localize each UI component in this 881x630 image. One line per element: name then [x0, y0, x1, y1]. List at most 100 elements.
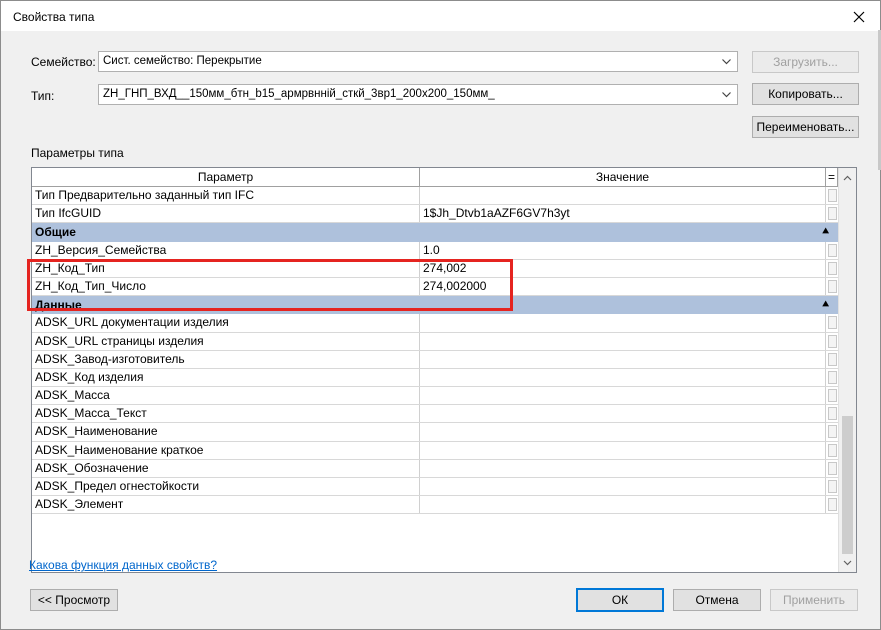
close-button[interactable]	[846, 6, 872, 28]
param-name: ZH_Код_Тип_Число	[32, 277, 420, 296]
type-value: ZH_ГНП_ВХД__150мм_бтн_b15_армрвнній_сткй…	[103, 88, 495, 100]
formula-cell[interactable]	[828, 261, 837, 275]
column-header-parameter[interactable]: Параметр	[32, 168, 420, 187]
param-value[interactable]: 1.0	[420, 241, 826, 259]
param-value[interactable]: 274,002	[420, 259, 826, 277]
table-row[interactable]: ADSK_Обозначение	[32, 459, 838, 478]
type-parameters-grid[interactable]: Параметр Значение = Тип Предварительно з…	[31, 167, 857, 573]
table-row[interactable]: ADSK_Масса_Текст	[32, 405, 838, 424]
param-value[interactable]	[420, 441, 826, 459]
param-name: ADSK_Масса_Текст	[32, 405, 420, 423]
param-name: ADSK_Наименование краткое	[32, 441, 420, 459]
param-value[interactable]	[420, 368, 826, 387]
param-name: ADSK_Масса	[32, 387, 420, 405]
formula-cell[interactable]	[828, 207, 837, 221]
param-name: ADSK_Код изделия	[32, 368, 420, 387]
formula-cell[interactable]	[828, 480, 837, 493]
formula-cell[interactable]	[828, 243, 837, 257]
param-value[interactable]	[420, 350, 826, 368]
cancel-button[interactable]: Отмена	[673, 589, 761, 611]
param-value[interactable]	[420, 423, 826, 441]
title-bar[interactable]: Свойства типа	[1, 1, 880, 31]
preview-button[interactable]: << Просмотр	[30, 589, 118, 611]
table-row[interactable]: ZH_Код_Тип 274,002	[32, 259, 838, 278]
table-row[interactable]: ADSK_URL документации изделия	[32, 314, 838, 333]
param-name: ZH_Код_Тип	[32, 259, 420, 277]
formula-cell[interactable]	[828, 279, 837, 293]
apply-button[interactable]: Применить	[770, 589, 858, 611]
formula-cell[interactable]	[828, 370, 837, 384]
group-header-general[interactable]: Общие ⯅	[32, 223, 838, 242]
copy-button[interactable]: Копировать...	[752, 83, 859, 105]
param-value[interactable]: 274,002000	[420, 277, 826, 296]
table-row[interactable]: ZH_Версия_Семейства 1.0	[32, 241, 838, 260]
param-value[interactable]: 1$Jh_Dtvb1aAZF6GV7h3yt	[420, 205, 826, 223]
table-row[interactable]: ADSK_Элемент	[32, 496, 838, 515]
type-label: Тип:	[31, 89, 55, 103]
rename-button[interactable]: Переименовать...	[752, 116, 859, 138]
param-value[interactable]	[420, 405, 826, 423]
data-group-rows: ADSK_URL документации изделия ADSK_URL ст…	[32, 314, 838, 515]
table-row[interactable]: ADSK_Наименование	[32, 423, 838, 442]
formula-cell[interactable]	[828, 316, 837, 330]
group-label: Общие	[35, 225, 76, 240]
grid-vertical-scrollbar[interactable]	[838, 168, 856, 572]
param-name: ADSK_Завод-изготовитель	[32, 350, 420, 368]
formula-cell[interactable]	[828, 189, 837, 202]
param-name: Тип IfcGUID	[32, 205, 420, 223]
param-value[interactable]	[420, 459, 826, 477]
table-row[interactable]: ADSK_Завод-изготовитель	[32, 350, 838, 369]
table-row[interactable]: ADSK_Наименование краткое	[32, 441, 838, 460]
param-name: ADSK_URL документации изделия	[32, 314, 420, 332]
collapse-icon[interactable]: ⯅	[821, 296, 830, 314]
formula-cell[interactable]	[828, 498, 837, 512]
collapse-icon[interactable]: ⯅	[821, 223, 830, 241]
table-row[interactable]: ADSK_Масса	[32, 387, 838, 406]
grid-header: Параметр Значение =	[32, 168, 838, 187]
table-row[interactable]: ZH_Код_Тип_Число 274,002000	[32, 277, 838, 297]
param-name: ADSK_URL страницы изделия	[32, 332, 420, 350]
scroll-up-button[interactable]	[839, 169, 856, 187]
type-properties-dialog: Свойства типа Семейство: Сист. семейство…	[0, 0, 881, 630]
scroll-down-button[interactable]	[839, 553, 856, 571]
chevron-up-icon	[843, 175, 852, 180]
family-combobox[interactable]: Сист. семейство: Перекрытие	[98, 51, 738, 72]
group-label: Данные	[35, 298, 82, 313]
formula-cell[interactable]	[828, 352, 837, 366]
table-row[interactable]: ADSK_Предел огнестойкости	[32, 478, 838, 497]
formula-cell[interactable]	[828, 443, 837, 457]
table-row[interactable]: ADSK_URL страницы изделия	[32, 332, 838, 351]
chevron-down-icon	[843, 560, 852, 565]
param-value[interactable]	[420, 332, 826, 350]
table-row[interactable]: ADSK_Код изделия	[32, 368, 838, 388]
formula-cell[interactable]	[828, 461, 837, 475]
family-value: Сист. семейство: Перекрытие	[103, 55, 262, 67]
column-header-equals[interactable]: =	[826, 168, 838, 187]
ok-button[interactable]: ОК	[576, 588, 664, 612]
table-row[interactable]: Тип IfcGUID 1$Jh_Dtvb1aAZF6GV7h3yt	[32, 205, 838, 224]
type-combobox[interactable]: ZH_ГНП_ВХД__150мм_бтн_b15_армрвнній_сткй…	[98, 84, 738, 105]
param-value[interactable]	[420, 496, 826, 514]
chevron-down-icon	[722, 92, 731, 98]
table-row[interactable]: Тип Предварительно заданный тип IFC	[32, 187, 838, 206]
type-parameters-label: Параметры типа	[31, 146, 124, 160]
close-icon	[853, 11, 865, 23]
param-value[interactable]	[420, 314, 826, 332]
family-label: Семейство:	[31, 55, 96, 69]
group-header-data[interactable]: Данные ⯅	[32, 296, 838, 315]
scroll-thumb[interactable]	[842, 416, 853, 554]
param-value[interactable]	[420, 478, 826, 496]
param-value[interactable]	[420, 187, 826, 205]
grid-rows: Тип Предварительно заданный тип IFC Тип …	[32, 187, 838, 515]
help-link[interactable]: Какова функция данных свойств?	[29, 558, 217, 572]
formula-cell[interactable]	[828, 407, 837, 421]
formula-cell[interactable]	[828, 425, 837, 439]
formula-cell[interactable]	[828, 334, 837, 348]
load-button[interactable]: Загрузить...	[752, 51, 859, 73]
param-value[interactable]	[420, 387, 826, 405]
column-header-value[interactable]: Значение	[420, 168, 826, 187]
param-name: Тип Предварительно заданный тип IFC	[32, 187, 420, 205]
formula-cell[interactable]	[828, 389, 837, 403]
param-name: ADSK_Элемент	[32, 496, 420, 514]
param-name: ADSK_Предел огнестойкости	[32, 478, 420, 496]
